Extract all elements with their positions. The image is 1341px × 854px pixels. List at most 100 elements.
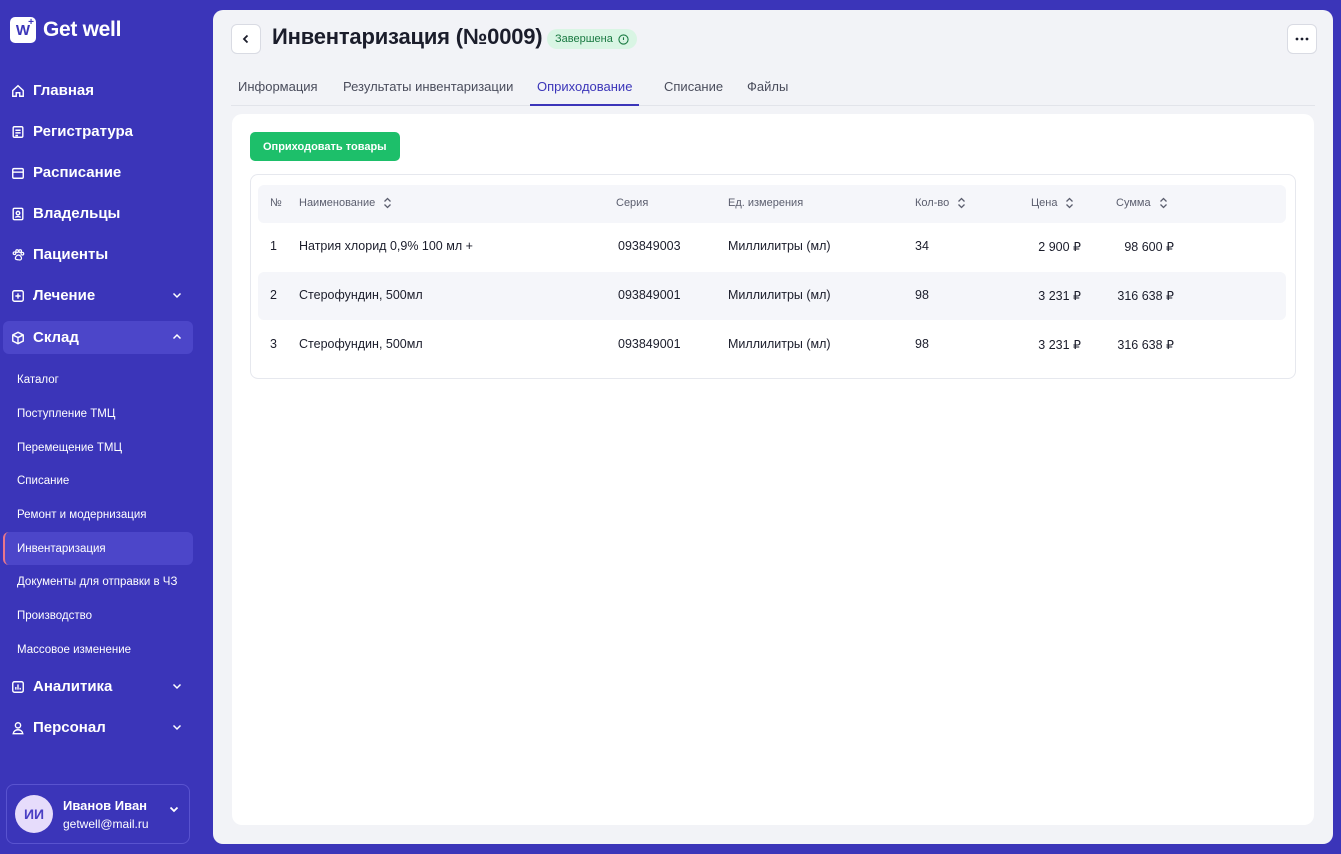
sidebar-subitem-repair[interactable]: Ремонт и модернизация: [3, 498, 193, 531]
user-email: getwell@mail.ru: [63, 816, 149, 831]
column-header-series: Серия: [616, 197, 649, 209]
tab-information[interactable]: Информация: [238, 79, 318, 106]
cell-series: 093849003: [618, 239, 681, 253]
sidebar-subitem-transfer[interactable]: Перемещение ТМЦ: [3, 431, 193, 464]
logo-icon: W +: [10, 17, 36, 43]
back-button[interactable]: [231, 24, 261, 54]
sidebar-subitem-documents[interactable]: Документы для отправки в ЧЗ: [3, 565, 193, 598]
receive-goods-button[interactable]: Оприходовать товары: [250, 132, 400, 161]
chevron-left-icon: [242, 34, 249, 44]
page-title: Инвентаризация (№0009): [272, 24, 543, 49]
cell-number: 3: [270, 337, 277, 351]
column-header-unit: Ед. измерения: [728, 197, 804, 209]
sidebar-subitem-mass-edit[interactable]: Массовое изменение: [3, 633, 193, 666]
cell-unit: Миллилитры (мл): [728, 337, 831, 351]
sidebar: W + Get well Главная Регистратура Распис…: [0, 0, 202, 854]
sidebar-item-label: Пациенты: [33, 246, 109, 263]
clipboard-icon: [10, 124, 25, 139]
cell-number: 2: [270, 288, 277, 302]
cell-name: Стерофундин, 500мл: [299, 288, 423, 302]
info-icon[interactable]: [618, 33, 629, 45]
items-table: № Наименование Серия Ед. измерения Кол-в…: [250, 174, 1296, 379]
contacts-icon: [10, 206, 25, 221]
cell-qty: 98: [915, 337, 929, 351]
table-row[interactable]: 2 Стерофундин, 500мл 093849001 Миллилитр…: [258, 272, 1286, 320]
home-icon: [10, 83, 25, 98]
column-header-name[interactable]: Наименование: [299, 197, 392, 209]
cell-unit: Миллилитры (мл): [728, 288, 831, 302]
logo[interactable]: W + Get well: [10, 17, 121, 43]
sidebar-item-staff[interactable]: Персонал: [3, 711, 193, 744]
cell-price: 2 900 ₽: [1038, 240, 1081, 254]
sidebar-item-registry[interactable]: Регистратура: [3, 115, 193, 148]
tab-inventory-results[interactable]: Результаты инвентаризации: [343, 79, 513, 106]
calendar-icon: [10, 165, 25, 180]
cell-series: 093849001: [618, 288, 681, 302]
cell-name: Натрия хлорид 0,9% 100 мл +: [299, 239, 473, 253]
sidebar-subitem-receipt[interactable]: Поступление ТМЦ: [3, 397, 193, 430]
sidebar-item-patients[interactable]: Пациенты: [3, 238, 193, 271]
sidebar-item-warehouse[interactable]: Склад: [3, 321, 193, 354]
status-badge: Завершена: [547, 29, 637, 49]
sidebar-item-owners[interactable]: Владельцы: [3, 197, 193, 230]
sidebar-item-schedule[interactable]: Расписание: [3, 156, 193, 189]
sidebar-subitem-production[interactable]: Производство: [3, 599, 193, 632]
chevron-up-icon: [172, 333, 182, 340]
sort-icon: [384, 197, 392, 209]
column-header-number: №: [270, 197, 282, 209]
main-panel: Инвентаризация (№0009) Завершена Информа…: [213, 10, 1333, 844]
table-row[interactable]: 3 Стерофундин, 500мл 093849001 Миллилитр…: [258, 321, 1286, 369]
sidebar-item-label: Аналитика: [33, 678, 113, 695]
sort-icon: [1066, 197, 1074, 209]
cell-qty: 34: [915, 239, 929, 253]
cell-name: Стерофундин, 500мл: [299, 337, 423, 351]
sidebar-item-label: Персонал: [33, 719, 106, 736]
sidebar-item-label: Расписание: [33, 164, 122, 181]
table-header: № Наименование Серия Ед. измерения Кол-в…: [258, 185, 1286, 223]
person-icon: [10, 720, 25, 735]
sidebar-item-label: Лечение: [33, 287, 96, 304]
tab-files[interactable]: Файлы: [747, 79, 788, 106]
more-options-button[interactable]: [1287, 24, 1317, 54]
sidebar-subitem-inventory[interactable]: Инвентаризация: [3, 532, 193, 565]
chevron-down-icon: [172, 683, 182, 690]
cell-qty: 98: [915, 288, 929, 302]
sidebar-item-label: Главная: [33, 82, 95, 99]
paw-icon: [10, 247, 25, 262]
tabs: Информация Результаты инвентаризации Опр…: [231, 74, 1315, 106]
avatar: ИИ: [15, 795, 53, 833]
sidebar-item-analytics[interactable]: Аналитика: [3, 670, 193, 703]
content-card: Оприходовать товары № Наименование Серия…: [232, 114, 1314, 825]
more-horizontal-icon: [1295, 37, 1309, 41]
sidebar-item-label: Регистратура: [33, 123, 134, 140]
cell-sum: 98 600 ₽: [1124, 240, 1174, 254]
cell-sum: 316 638 ₽: [1117, 338, 1174, 352]
sort-icon: [1159, 197, 1167, 209]
sidebar-subitem-catalog[interactable]: Каталог: [3, 363, 193, 396]
sidebar-subitem-writeoff[interactable]: Списание: [3, 464, 193, 497]
chevron-down-icon: [172, 724, 182, 731]
app-window: W + Get well Главная Регистратура Распис…: [0, 0, 1341, 854]
cell-price: 3 231 ₽: [1038, 338, 1081, 352]
box-icon: [10, 330, 25, 345]
cell-number: 1: [270, 239, 277, 253]
tab-writeoff[interactable]: Списание: [664, 79, 723, 106]
plus-square-icon: [10, 288, 25, 303]
column-header-sum[interactable]: Сумма: [1116, 197, 1168, 209]
cell-unit: Миллилитры (мл): [728, 239, 831, 253]
status-label: Завершена: [555, 33, 613, 45]
chevron-down-icon[interactable]: [168, 803, 180, 815]
column-header-qty[interactable]: Кол-во: [915, 197, 966, 209]
sidebar-item-treatment[interactable]: Лечение: [3, 279, 193, 312]
user-name: Иванов Иван: [63, 797, 148, 813]
sidebar-item-home[interactable]: Главная: [3, 74, 193, 107]
table-row[interactable]: 1 Натрия хлорид 0,9% 100 мл + 093849003 …: [258, 223, 1286, 271]
sidebar-item-label: Склад: [33, 329, 79, 346]
chevron-down-icon: [172, 292, 182, 299]
sort-icon: [958, 197, 966, 209]
user-profile[interactable]: ИИ Иванов Иван getwell@mail.ru: [6, 784, 190, 844]
tab-receipt[interactable]: Оприходование: [530, 79, 640, 106]
chart-icon: [10, 679, 25, 694]
column-header-price[interactable]: Цена: [1031, 197, 1074, 209]
sidebar-item-label: Владельцы: [33, 205, 121, 222]
